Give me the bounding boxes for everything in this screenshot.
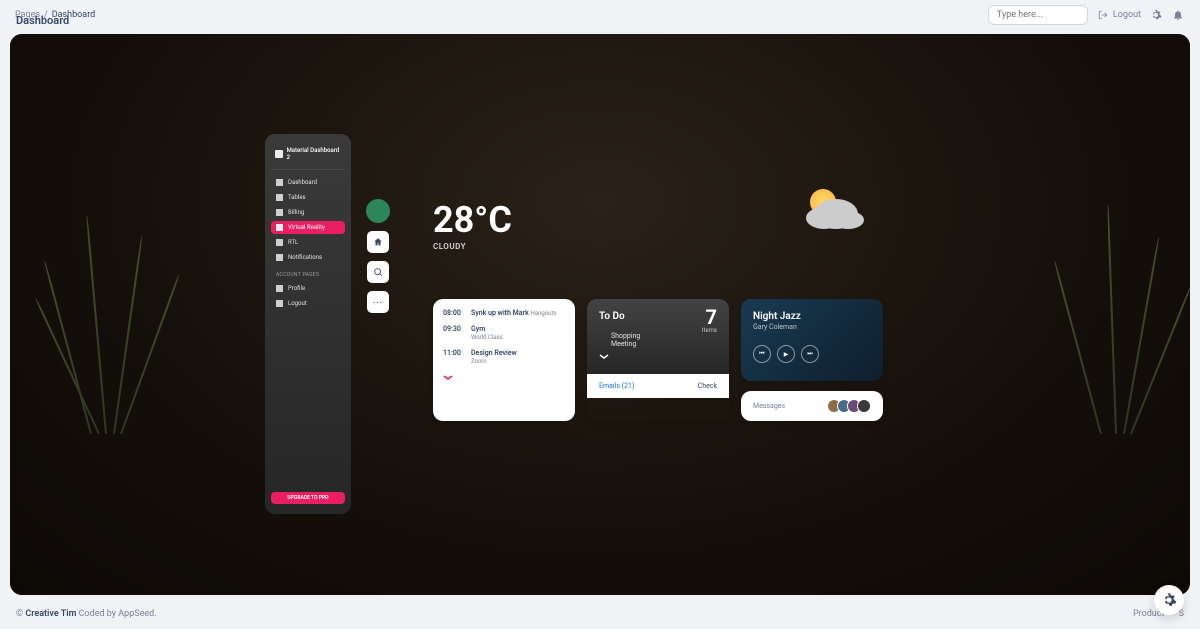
home-icon — [373, 237, 383, 247]
play-icon: ▶ — [784, 351, 789, 358]
chevron-down-icon — [599, 354, 609, 360]
logout-icon — [276, 300, 283, 307]
music-artist: Gary Coleman — [753, 323, 871, 331]
weather-icon — [800, 194, 870, 244]
avatar — [857, 399, 871, 413]
message-avatars — [831, 399, 871, 413]
settings-fab[interactable] — [1154, 585, 1184, 615]
bell-icon[interactable] — [1171, 8, 1185, 22]
signout-icon — [1096, 8, 1110, 22]
sidebar-item-profile[interactable]: Profile — [271, 282, 345, 295]
sidebar-item-dashboard[interactable]: Dashboard — [271, 176, 345, 189]
brand-icon — [275, 150, 283, 158]
play-button[interactable]: ▶ — [777, 345, 795, 363]
billing-icon — [276, 209, 283, 216]
rtl-icon — [276, 239, 283, 246]
todo-expand[interactable] — [599, 354, 717, 366]
sidebar-item-vr[interactable]: Virtual Reality — [271, 221, 345, 234]
home-button[interactable] — [367, 231, 389, 253]
emails-link[interactable]: Emails (21) — [599, 382, 634, 390]
brand[interactable]: Material Dashboard 2 — [271, 144, 345, 170]
schedule-item[interactable]: 09:30 Gym World Class — [443, 325, 565, 341]
music-title: Night Jazz — [753, 311, 871, 322]
todo-title: To Do — [599, 311, 717, 322]
sidebar: Material Dashboard 2 Dashboard Tables Bi… — [265, 134, 351, 514]
footer: © Creative Tim Coded by AppSeed. Product… — [0, 599, 1200, 629]
gear-icon[interactable] — [1149, 8, 1163, 22]
more-icon: ··· — [373, 298, 383, 307]
sidebar-item-tables[interactable]: Tables — [271, 191, 345, 204]
more-button[interactable]: ··· — [367, 291, 389, 313]
gear-icon — [1161, 592, 1177, 608]
avatar[interactable] — [366, 199, 390, 223]
search-input[interactable] — [988, 5, 1088, 25]
todo-item: Shopping — [611, 332, 705, 340]
profile-icon — [276, 285, 283, 292]
check-button[interactable]: Check — [698, 382, 717, 390]
tables-icon — [276, 194, 283, 201]
temperature: 28°C — [433, 202, 512, 238]
dashboard-icon — [276, 179, 283, 186]
sidebar-item-notifications[interactable]: Notifications — [271, 251, 345, 264]
todo-count: 7 — [702, 307, 717, 327]
next-button[interactable]: ⏭ — [801, 345, 819, 363]
schedule-item[interactable]: 11:00 Design Review Zoom — [443, 349, 565, 365]
search-icon — [373, 267, 383, 277]
main-viewport: Material Dashboard 2 Dashboard Tables Bi… — [10, 34, 1190, 595]
upgrade-button[interactable]: UPGRADE TO PRO — [271, 492, 345, 504]
chevron-down-icon — [443, 375, 453, 381]
schedule-item[interactable]: 08:00 Synk up with Mark Hangouts — [443, 309, 565, 317]
schedule-card: 08:00 Synk up with Mark Hangouts 09:30 G… — [433, 299, 575, 421]
sidebar-item-logout[interactable]: Logout — [271, 297, 345, 310]
sidebar-section: ACCOUNT PAGES — [271, 266, 345, 280]
next-icon: ⏭ — [807, 350, 812, 358]
sidebar-item-billing[interactable]: Billing — [271, 206, 345, 219]
weather-condition: CLOUDY — [433, 242, 512, 251]
notifications-icon — [276, 254, 283, 261]
prev-icon: ⏮ — [759, 350, 764, 358]
vr-icon — [276, 224, 283, 231]
search-button[interactable] — [367, 261, 389, 283]
todo-card: To Do 7 Items Shopping Meeting Emails (2… — [587, 299, 729, 421]
todo-item: Meeting — [611, 340, 705, 348]
prev-button[interactable]: ⏮ — [753, 345, 771, 363]
plant-decor — [30, 184, 180, 434]
logout-link[interactable]: Logout — [1096, 8, 1141, 22]
schedule-more[interactable] — [443, 373, 565, 381]
plant-decor — [1040, 184, 1190, 434]
sidebar-item-rtl[interactable]: RTL — [271, 236, 345, 249]
messages-card[interactable]: Messages — [741, 391, 883, 421]
music-card: Night Jazz Gary Coleman ⏮ ▶ ⏭ — [741, 299, 883, 381]
page-title: Dashboard — [16, 14, 69, 27]
